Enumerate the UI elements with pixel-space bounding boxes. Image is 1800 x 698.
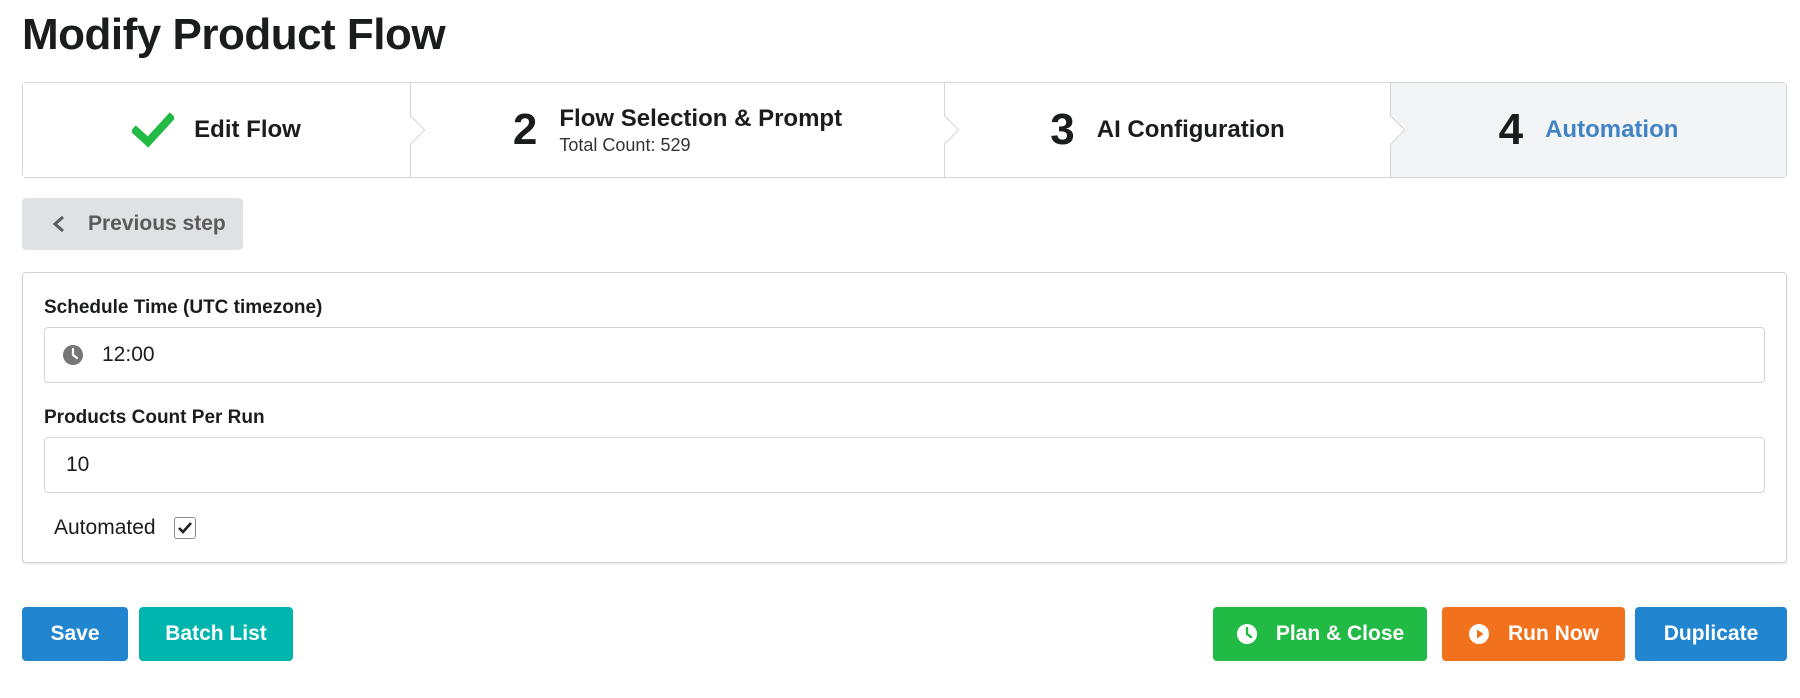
schedule-time-value: 12:00: [102, 343, 155, 366]
previous-step-label: Previous step: [88, 212, 226, 235]
step-title: Flow Selection & Prompt: [559, 104, 843, 132]
step-flow-selection[interactable]: 2 Flow Selection & Prompt Total Count: 5…: [410, 83, 944, 177]
products-count-input[interactable]: 10: [44, 437, 1765, 493]
products-count-value: 10: [66, 453, 90, 476]
step-title: AI Configuration: [1096, 116, 1285, 143]
step-number: 4: [1498, 105, 1524, 154]
play-circle-icon: [1469, 624, 1489, 644]
batch-list-button[interactable]: Batch List: [139, 607, 293, 661]
duplicate-button[interactable]: Duplicate: [1635, 607, 1787, 661]
step-number: 2: [512, 105, 538, 154]
step-number: 3: [1050, 105, 1075, 154]
steps-bar: Edit Flow 2 Flow Selection & Prompt Tota…: [22, 82, 1787, 178]
automated-checkbox[interactable]: [173, 517, 196, 539]
automated-label: Automated: [54, 516, 156, 539]
step-ai-configuration[interactable]: 3 AI Configuration: [944, 83, 1390, 177]
plan-close-label: Plan & Close: [1275, 622, 1405, 645]
step-subtitle: Total Count: 529: [559, 134, 691, 155]
step-title: Edit Flow: [194, 116, 301, 143]
schedule-time-label: Schedule Time (UTC timezone): [44, 297, 323, 318]
page-title: Modify Product Flow: [22, 10, 446, 59]
run-now-label: Run Now: [1508, 622, 1599, 645]
automation-form: Schedule Time (UTC timezone) 12:00 Produ…: [22, 272, 1787, 563]
check-icon: [132, 112, 175, 148]
plan-close-button[interactable]: Plan & Close: [1213, 607, 1427, 661]
automated-row: Automated: [54, 516, 196, 540]
previous-step-button[interactable]: Previous step: [22, 198, 243, 250]
checkmark-icon: [177, 522, 192, 534]
step-title: Automation: [1545, 116, 1679, 143]
clock-icon: [63, 345, 83, 365]
clock-icon: [1236, 624, 1257, 644]
step-automation[interactable]: 4 Automation: [1390, 83, 1786, 177]
products-count-label: Products Count Per Run: [44, 407, 265, 428]
step-edit-flow[interactable]: Edit Flow: [23, 83, 410, 177]
chevron-left-icon: [52, 215, 64, 233]
schedule-time-input[interactable]: 12:00: [44, 327, 1765, 383]
run-now-button[interactable]: Run Now: [1442, 607, 1625, 661]
save-button[interactable]: Save: [22, 607, 128, 661]
